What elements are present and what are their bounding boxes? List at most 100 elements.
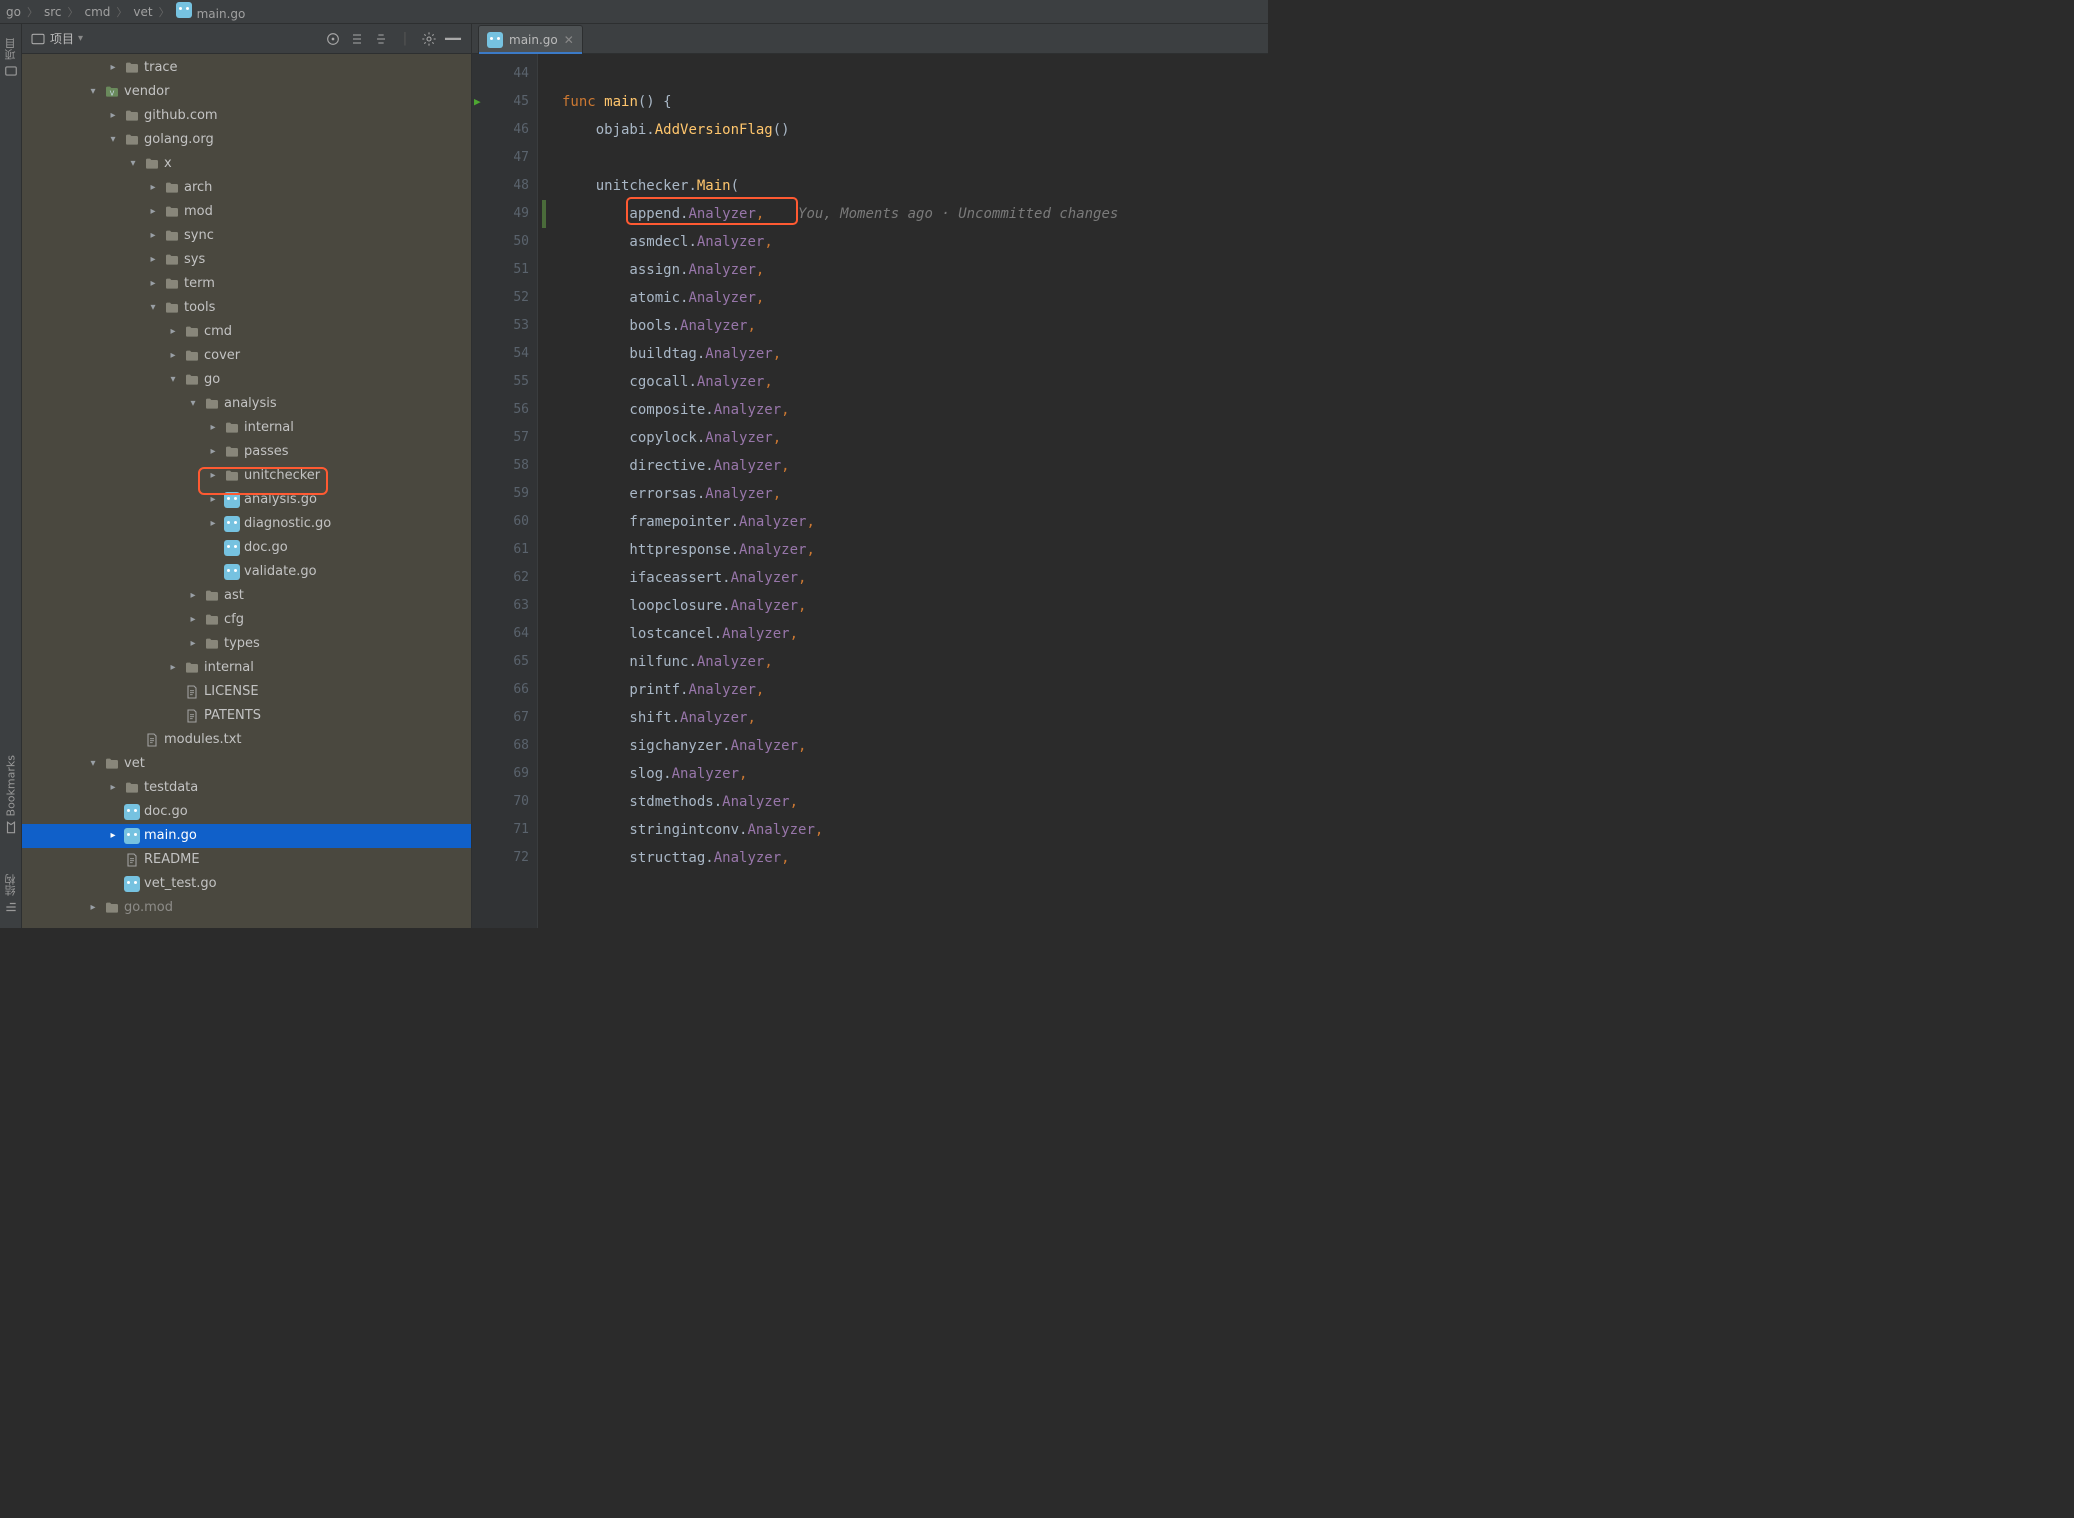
code-line[interactable]: unitchecker.Main( (562, 172, 1118, 200)
tree-arrow-icon[interactable] (166, 369, 180, 391)
tree-arrow-icon[interactable] (106, 105, 120, 127)
tree-arrow-icon[interactable] (146, 297, 160, 319)
code-line[interactable]: sigchanyzer.Analyzer, (562, 732, 1118, 760)
code-line[interactable]: copylock.Analyzer, (562, 424, 1118, 452)
tree-row[interactable]: analysis.go (22, 488, 471, 512)
tree-arrow-icon[interactable] (186, 393, 200, 415)
tree-row[interactable]: github.com (22, 104, 471, 128)
tree-arrow-icon[interactable] (146, 201, 160, 223)
tree-row[interactable]: vet_test.go (22, 872, 471, 896)
code-line[interactable] (562, 144, 1118, 172)
tree-arrow-icon[interactable] (106, 777, 120, 799)
code-line[interactable]: framepointer.Analyzer, (562, 508, 1118, 536)
breadcrumb-item[interactable]: src (44, 5, 62, 19)
tree-row[interactable]: doc.go (22, 536, 471, 560)
hide-icon[interactable]: — (443, 29, 463, 49)
tree-row[interactable]: internal (22, 656, 471, 680)
code-line[interactable]: stringintconv.Analyzer, (562, 816, 1118, 844)
collapse-all-icon[interactable] (371, 29, 391, 49)
code-line[interactable]: nilfunc.Analyzer, (562, 648, 1118, 676)
project-tree[interactable]: traceVvendorgithub.comgolang.orgxarchmod… (22, 54, 471, 928)
code-line[interactable]: directive.Analyzer, (562, 452, 1118, 480)
tree-arrow-icon[interactable] (106, 825, 120, 847)
tree-row[interactable]: PATENTS (22, 704, 471, 728)
tree-row[interactable]: go (22, 368, 471, 392)
toolbtn-structure[interactable]: 结构 (3, 874, 19, 914)
tree-arrow-icon[interactable] (126, 153, 140, 175)
code-line[interactable]: lostcancel.Analyzer, (562, 620, 1118, 648)
tree-row[interactable]: tools (22, 296, 471, 320)
tree-arrow-icon[interactable] (206, 441, 220, 463)
tree-arrow-icon[interactable] (166, 321, 180, 343)
tree-row[interactable]: go.mod (22, 896, 471, 920)
code-line[interactable]: buildtag.Analyzer, (562, 340, 1118, 368)
code-line[interactable]: stdmethods.Analyzer, (562, 788, 1118, 816)
code-line[interactable]: structtag.Analyzer, (562, 844, 1118, 872)
tree-arrow-icon[interactable] (206, 465, 220, 487)
code-line[interactable]: append.Analyzer, You, Moments ago · Unco… (562, 200, 1118, 228)
tree-arrow-icon[interactable] (206, 489, 220, 511)
breadcrumb-item[interactable]: vet (133, 5, 152, 19)
project-view-selector[interactable]: 项目 ▾ (30, 30, 83, 47)
tree-row[interactable]: sync (22, 224, 471, 248)
breadcrumb-item[interactable]: cmd (85, 5, 111, 19)
breadcrumb-item[interactable]: go (6, 5, 21, 19)
tree-row[interactable]: internal (22, 416, 471, 440)
breadcrumb-item[interactable]: main.go (176, 2, 246, 21)
locate-icon[interactable] (323, 29, 343, 49)
tree-row[interactable]: mod (22, 200, 471, 224)
tree-row[interactable]: types (22, 632, 471, 656)
tree-arrow-icon[interactable] (186, 585, 200, 607)
tree-arrow-icon[interactable] (186, 609, 200, 631)
tree-row[interactable]: doc.go (22, 800, 471, 824)
tree-arrow-icon[interactable] (146, 177, 160, 199)
code-line[interactable]: composite.Analyzer, (562, 396, 1118, 424)
tree-row[interactable]: diagnostic.go (22, 512, 471, 536)
tab-main-go[interactable]: main.go ✕ (478, 25, 583, 53)
gutter[interactable]: ▶ 44454647484950515253545556575859606162… (472, 54, 538, 928)
run-gutter-icon[interactable]: ▶ (474, 95, 481, 108)
code-line[interactable] (562, 60, 1118, 88)
tree-row[interactable]: passes (22, 440, 471, 464)
code-line[interactable]: slog.Analyzer, (562, 760, 1118, 788)
tree-row[interactable]: trace (22, 56, 471, 80)
expand-all-icon[interactable] (347, 29, 367, 49)
tree-row[interactable]: Vvendor (22, 80, 471, 104)
tree-arrow-icon[interactable] (146, 249, 160, 271)
tree-row[interactable]: vet (22, 752, 471, 776)
tree-arrow-icon[interactable] (86, 897, 100, 919)
code-line[interactable]: httpresponse.Analyzer, (562, 536, 1118, 564)
code-line[interactable]: cgocall.Analyzer, (562, 368, 1118, 396)
code-editor[interactable]: ▶ 44454647484950515253545556575859606162… (472, 54, 1268, 928)
tree-row-selected[interactable]: main.go (22, 824, 471, 848)
code-line[interactable]: loopclosure.Analyzer, (562, 592, 1118, 620)
tree-row[interactable]: testdata (22, 776, 471, 800)
code-line[interactable]: assign.Analyzer, (562, 256, 1118, 284)
toolbtn-bookmarks[interactable]: Bookmarks (4, 755, 18, 834)
code-line[interactable]: objabi.AddVersionFlag() (562, 116, 1118, 144)
tree-row[interactable]: README (22, 848, 471, 872)
tree-arrow-icon[interactable] (206, 417, 220, 439)
tree-arrow-icon[interactable] (166, 345, 180, 367)
tree-arrow-icon[interactable] (86, 81, 100, 103)
tree-row[interactable]: cmd (22, 320, 471, 344)
code-line[interactable]: printf.Analyzer, (562, 676, 1118, 704)
tree-arrow-icon[interactable] (106, 57, 120, 79)
tree-arrow-icon[interactable] (146, 225, 160, 247)
code-line[interactable]: ifaceassert.Analyzer, (562, 564, 1118, 592)
tree-arrow-icon[interactable] (146, 273, 160, 295)
tree-row[interactable]: analysis (22, 392, 471, 416)
tree-row[interactable]: modules.txt (22, 728, 471, 752)
code-content[interactable]: func main() { objabi.AddVersionFlag() un… (548, 54, 1118, 928)
tree-row[interactable]: golang.org (22, 128, 471, 152)
tree-row[interactable]: LICENSE (22, 680, 471, 704)
code-line[interactable]: func main() { (562, 88, 1118, 116)
tree-row[interactable]: validate.go (22, 560, 471, 584)
code-line[interactable]: errorsas.Analyzer, (562, 480, 1118, 508)
tree-arrow-icon[interactable] (166, 657, 180, 679)
tree-row[interactable]: cfg (22, 608, 471, 632)
tree-row[interactable]: ast (22, 584, 471, 608)
tree-arrow-icon[interactable] (206, 513, 220, 535)
tree-arrow-icon[interactable] (186, 633, 200, 655)
toolbtn-project[interactable]: 项目 (3, 38, 19, 78)
